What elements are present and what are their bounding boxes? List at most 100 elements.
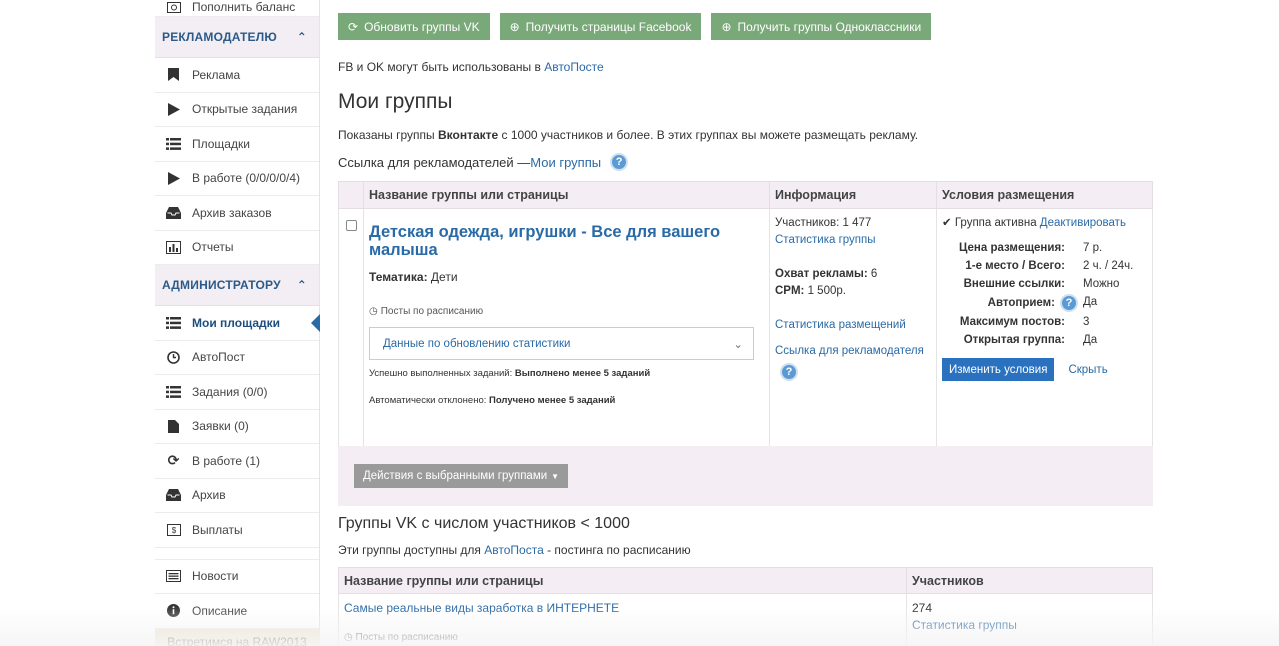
help-icon[interactable]: ?: [1060, 294, 1078, 312]
sidebar-item-label: Мои площадки: [192, 315, 281, 330]
column-header-name: Название группы или страницы: [363, 181, 770, 209]
reach-label: Охват рекламы:: [775, 268, 868, 280]
small-groups-table: Название группы или страницы Участников …: [338, 567, 1153, 646]
sidebar-item[interactable]: Площадки: [155, 127, 319, 162]
schedule-text: Посты по расписанию: [355, 632, 458, 643]
hide-link[interactable]: Скрыть: [1068, 364, 1107, 376]
sidebar-item[interactable]: Отчеты: [155, 231, 319, 265]
bookmark-icon: [165, 68, 182, 82]
sidebar-item[interactable]: Открытые задания: [155, 93, 319, 127]
row-checkbox[interactable]: [346, 220, 357, 231]
column-header-info: Информация: [769, 181, 937, 209]
group-stats-link[interactable]: Статистика группы: [775, 234, 876, 246]
cpm-label: CPM:: [775, 285, 805, 297]
sidebar-item[interactable]: Заявки (0): [155, 410, 319, 444]
done-value: Выполнено менее 5 заданий: [514, 368, 651, 379]
info-cell: Участников: 1 477 Статистика группы Охва…: [769, 208, 937, 457]
page-description: Показаны группы Вконтакте с 1000 участни…: [338, 128, 918, 142]
my-groups-link[interactable]: Мои группы: [530, 155, 601, 170]
sidebar-section-advertiser[interactable]: РЕКЛАМОДАТЕЛЮ ⌃: [155, 17, 319, 58]
condition-label: Автоприем:?: [942, 294, 1083, 312]
theme-value: Дети: [430, 270, 458, 284]
sidebar-item[interactable]: АвтоПост: [155, 341, 319, 375]
page-title: Мои группы: [338, 90, 453, 113]
sidebar-item[interactable]: В работе (0/0/0/0/4): [155, 162, 319, 196]
sidebar-item[interactable]: $ Выплаты: [155, 513, 319, 548]
clock-icon: ◷: [344, 632, 353, 643]
bulk-actions-button[interactable]: Действия с выбранными группами ▼: [354, 464, 569, 488]
cpm-value: 1 500р.: [807, 285, 846, 297]
autopost-link[interactable]: АвтоПоста: [484, 543, 543, 557]
sidebar-item[interactable]: Мои площадки: [155, 306, 320, 341]
rejected-value: Получено менее 5 заданий: [489, 395, 616, 406]
svg-text:$: $: [171, 526, 176, 535]
refresh-vk-button[interactable]: ⟳ Обновить группы VK: [338, 13, 490, 40]
note-text: FB и OK могут быть использованы в: [338, 60, 545, 74]
list-icon: [165, 316, 182, 330]
group-status: ✔ Группа активна Деактивировать: [942, 215, 1147, 229]
sidebar-item[interactable]: Архив заказов: [155, 196, 319, 231]
group-title-link[interactable]: Детская одежда, игрушки - Все для вашего…: [369, 223, 759, 259]
sidebar-item-label: Архив: [192, 488, 226, 503]
check-icon: ✔: [942, 217, 952, 229]
theme-label: Тематика:: [369, 270, 428, 284]
desc-text: Показаны группы: [338, 128, 438, 142]
sidebar-item-label: АвтоПост: [192, 350, 245, 365]
chevron-up-icon: ⌃: [296, 278, 307, 292]
sidebar-item-label: В работе (1): [192, 453, 261, 468]
sidebar-section-admin[interactable]: АДМИНИСТРАТОРУ ⌃: [155, 265, 319, 306]
desc-text: с 1000 участников и более. В этих группа…: [498, 128, 919, 142]
advertiser-link[interactable]: Ссылка для рекламодателя: [775, 345, 924, 357]
desc-bold: Вконтакте: [437, 128, 499, 142]
sidebar-item-label: Описание: [192, 603, 248, 618]
clock-icon: [165, 350, 182, 364]
sidebar-item-label: Задания (0/0): [192, 384, 268, 399]
column-header-conditions: Условия размещения: [936, 181, 1153, 209]
members-count: 274: [912, 601, 933, 615]
condition-label: 1-е место / Всего:: [942, 258, 1083, 274]
sidebar-item-topup[interactable]: Пополнить баланс: [155, 0, 319, 17]
get-facebook-button[interactable]: ⊕ Получить страницы Facebook: [499, 13, 702, 40]
condition-value: Да: [1083, 296, 1098, 308]
dropdown-label: Данные по обновлению статистики: [383, 337, 571, 350]
sidebar-item[interactable]: Реклама: [155, 58, 319, 93]
rejected-tasks: Автоматически отклонено: Получено менее …: [369, 395, 764, 406]
sidebar-item[interactable]: Описание: [155, 594, 319, 629]
sidebar-item[interactable]: Задания (0/0): [155, 375, 319, 410]
schedule-label: ◷ Посты по расписанию: [369, 306, 764, 317]
cpm: CPM: 1 500р.: [775, 283, 931, 300]
condition-label-text: Автоприем:: [987, 297, 1055, 309]
sidebar-item[interactable]: Архив: [155, 479, 319, 513]
group-stats-link[interactable]: Статистика группы: [912, 618, 1017, 632]
sidebar-item[interactable]: ⟳ В работе (1): [155, 444, 319, 479]
condition-label: Внешние ссылки:: [942, 276, 1083, 292]
stats-update-dropdown[interactable]: Данные по обновлению статистики ⌄: [369, 327, 754, 360]
button-label: Получить страницы Facebook: [525, 19, 692, 34]
condition-label-text: 1-е место / Всего:: [965, 260, 1065, 272]
condition-value: Да: [1083, 334, 1098, 346]
change-conditions-button[interactable]: Изменить условия: [942, 358, 1055, 381]
sidebar-item-label: Площадки: [192, 136, 250, 151]
members-cell: 274 Статистика группы: [906, 593, 1153, 646]
sidebar-item[interactable]: Новости: [155, 560, 319, 594]
help-icon[interactable]: ?: [780, 363, 798, 381]
group-title-link[interactable]: Самые реальные виды заработка в ИНТЕРНЕТ…: [344, 601, 619, 615]
deactivate-link[interactable]: Деактивировать: [1040, 217, 1126, 229]
column-header-name: Название группы или страницы: [338, 567, 907, 594]
placement-stats-link[interactable]: Статистика размещений: [775, 319, 906, 331]
sidebar-item-label: В работе (0/0/0/0/4): [192, 171, 301, 186]
button-label: Получить группы Одноклассники: [737, 19, 922, 34]
get-ok-button[interactable]: ⊕ Получить группы Одноклассники: [711, 13, 932, 40]
money-icon: [165, 0, 182, 14]
schedule-text: Посты по расписанию: [380, 306, 484, 317]
section-description: Эти группы доступны для АвтоПоста - пост…: [338, 543, 691, 557]
help-icon[interactable]: ?: [610, 153, 629, 171]
bulk-actions-bar: Действия с выбранными группами ▼: [338, 446, 1153, 506]
condition-label-text: Максимум постов:: [959, 316, 1065, 328]
condition-label: Цена размещения:: [942, 240, 1083, 256]
condition-label: Максимум постов:: [942, 314, 1083, 330]
condition-value: Можно: [1083, 278, 1120, 290]
done-label: Успешно выполненных заданий:: [369, 368, 513, 379]
autopost-link[interactable]: АвтоПосте: [544, 60, 603, 74]
promo-banner[interactable]: Встретимся на RAW2013: [155, 628, 319, 646]
